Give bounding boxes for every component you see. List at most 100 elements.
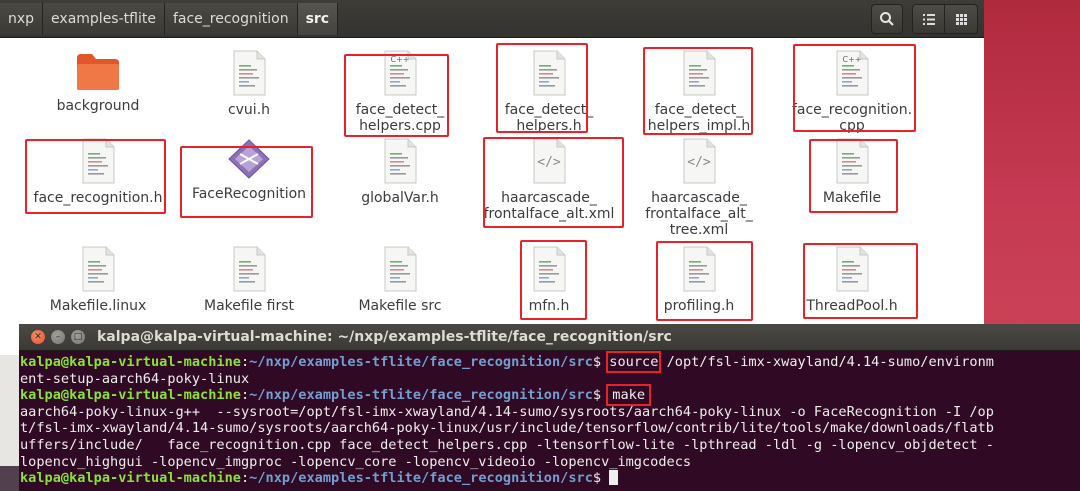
- text-file-icon: [233, 246, 266, 292]
- text-file-icon: [384, 138, 417, 184]
- text-file-icon: [836, 138, 869, 184]
- prompt-path: ~/nxp/examples-tflite/face_recognition/s…: [249, 387, 593, 404]
- terminal-title: kalpa@kalpa-virtual-machine: ~/nxp/examp…: [97, 329, 672, 345]
- prompt-sep: :: [240, 470, 250, 487]
- svg-text:C++: C++: [391, 55, 410, 64]
- terminal-line: kalpa@kalpa-virtual-machine:~/nxp/exampl…: [20, 351, 1080, 373]
- terminal-cursor: [609, 470, 619, 486]
- file-name: Makefile first: [203, 298, 294, 314]
- file-item[interactable]: </> haarcascade_ frontalface_alt_ tree.xm…: [624, 138, 774, 238]
- file-name: face_recognition. cpp: [791, 102, 913, 134]
- folder-icon: [77, 54, 119, 90]
- text-file-icon: [384, 246, 417, 292]
- xml-file-icon: </>: [533, 138, 566, 184]
- grid-view-icon: [955, 13, 967, 25]
- cpp-file-icon: C++: [384, 50, 417, 96]
- command-args: /opt/fsl-imx-xwayland/4.14-sumo/environm: [658, 354, 994, 370]
- terminal-line: lopencv_highgui -lopencv_imgproc -lopenc…: [20, 453, 692, 470]
- file-item[interactable]: face_recognition.h: [23, 138, 173, 206]
- file-item[interactable]: FaceRecognition: [174, 138, 324, 202]
- file-name: profiling.h: [663, 298, 735, 314]
- file-item[interactable]: profiling.h: [624, 246, 774, 314]
- breadcrumb-face-recognition[interactable]: face_recognition: [164, 3, 298, 35]
- background-window-edge: [0, 466, 19, 491]
- file-grid: background cvui.h C++ face_detect_ helpers.…: [0, 38, 984, 338]
- prompt-user: kalpa@kalpa-virtual-machine: [20, 470, 241, 487]
- file-name: Makefile src: [358, 298, 442, 314]
- maximize-icon[interactable]: □: [71, 330, 85, 344]
- svg-text:C++: C++: [843, 55, 862, 64]
- file-name: FaceRecognition: [191, 186, 307, 202]
- command-make: make: [606, 384, 652, 407]
- file-name: Makefile.linux: [49, 298, 147, 314]
- file-item[interactable]: C++ face_recognition. cpp: [777, 50, 927, 134]
- executable-icon: [228, 139, 270, 179]
- file-item[interactable]: globalVar.h: [325, 138, 475, 206]
- file-name: background: [56, 98, 140, 114]
- prompt-end: $: [592, 470, 610, 487]
- view-toggle: [912, 4, 978, 34]
- terminal-line: ent-setup-aarch64-poky-linux: [20, 370, 250, 387]
- file-item[interactable]: </> haarcascade_ frontalface_alt.xml: [474, 138, 624, 222]
- file-item[interactable]: Makefile.linux: [23, 246, 173, 314]
- file-item[interactable]: mfn.h: [474, 246, 624, 314]
- prompt-sep: :: [240, 387, 250, 404]
- file-manager-header: nxp examples-tflite face_recognition src: [0, 0, 984, 38]
- xml-file-icon: </>: [683, 138, 716, 184]
- prompt-user: kalpa@kalpa-virtual-machine: [20, 354, 241, 370]
- text-file-icon: [533, 50, 566, 96]
- file-name: face_detect_ helpers.cpp: [355, 102, 445, 134]
- file-name: face_recognition.h: [33, 190, 163, 206]
- terminal-titlebar[interactable]: ✕ – □ kalpa@kalpa-virtual-machine: ~/nxp…: [19, 324, 1080, 351]
- file-item[interactable]: cvui.h: [174, 50, 324, 118]
- minimize-icon[interactable]: –: [51, 330, 65, 344]
- breadcrumb: nxp examples-tflite face_recognition src: [0, 3, 339, 35]
- text-file-icon: [683, 246, 716, 292]
- breadcrumb-examples-tflite[interactable]: examples-tflite: [43, 3, 165, 35]
- file-item[interactable]: Makefile first: [174, 246, 324, 314]
- breadcrumb-src[interactable]: src: [297, 3, 339, 35]
- file-item[interactable]: face_detect_ helpers.h: [474, 50, 624, 134]
- file-name: mfn.h: [528, 298, 570, 314]
- prompt-user: kalpa@kalpa-virtual-machine: [20, 387, 241, 404]
- prompt-path: ~/nxp/examples-tflite/face_recognition/s…: [249, 470, 593, 487]
- terminal-output[interactable]: kalpa@kalpa-virtual-machine:~/nxp/exampl…: [19, 351, 1080, 487]
- search-button[interactable]: [871, 4, 903, 34]
- background-window-edge: [0, 355, 19, 467]
- file-item[interactable]: Makefile src: [325, 246, 475, 314]
- text-file-icon: [82, 138, 115, 184]
- svg-text:</>: </>: [537, 155, 561, 170]
- file-name: face_detect_ helpers_impl.h: [647, 102, 751, 134]
- close-icon[interactable]: ✕: [31, 330, 45, 344]
- file-item[interactable]: background: [23, 50, 173, 114]
- text-file-icon: [233, 50, 266, 96]
- file-name: Makefile: [822, 190, 882, 206]
- terminal-line: kalpa@kalpa-virtual-machine:~/nxp/exampl…: [20, 470, 1080, 487]
- breadcrumb-nxp[interactable]: nxp: [0, 3, 44, 35]
- file-item[interactable]: Makefile: [777, 138, 927, 206]
- search-icon: [880, 12, 894, 26]
- file-name: haarcascade_ frontalface_alt_ tree.xml: [645, 190, 753, 238]
- terminal-line: uffers/include/ face_recognition.cpp fac…: [20, 436, 994, 453]
- terminal-line: kalpa@kalpa-virtual-machine:~/nxp/exampl…: [20, 384, 1080, 407]
- grid-view-button[interactable]: [945, 5, 977, 33]
- prompt-path: ~/nxp/examples-tflite/face_recognition/s…: [249, 354, 593, 370]
- list-view-button[interactable]: [913, 5, 945, 33]
- file-item[interactable]: C++ face_detect_ helpers.cpp: [325, 50, 475, 134]
- file-item[interactable]: face_detect_ helpers_impl.h: [624, 50, 774, 134]
- command-source: source: [606, 351, 662, 373]
- prompt-sep: :: [240, 354, 250, 370]
- file-name: haarcascade_ frontalface_alt.xml: [483, 190, 615, 222]
- prompt-end: $: [592, 354, 610, 370]
- text-file-icon: [683, 50, 716, 96]
- terminal-line: aarch64-poky-linux-g++ --sysroot=/opt/fs…: [20, 403, 994, 420]
- terminal-window[interactable]: ✕ – □ kalpa@kalpa-virtual-machine: ~/nxp…: [19, 324, 1080, 491]
- file-name: ThreadPool.h: [806, 298, 898, 314]
- list-view-icon: [922, 13, 935, 25]
- file-item[interactable]: ThreadPool.h: [777, 246, 927, 314]
- text-file-icon: [836, 246, 869, 292]
- svg-text:</>: </>: [687, 155, 711, 170]
- file-name: face_detect_ helpers.h: [504, 102, 594, 134]
- file-name: globalVar.h: [361, 190, 439, 206]
- file-name: cvui.h: [227, 102, 271, 118]
